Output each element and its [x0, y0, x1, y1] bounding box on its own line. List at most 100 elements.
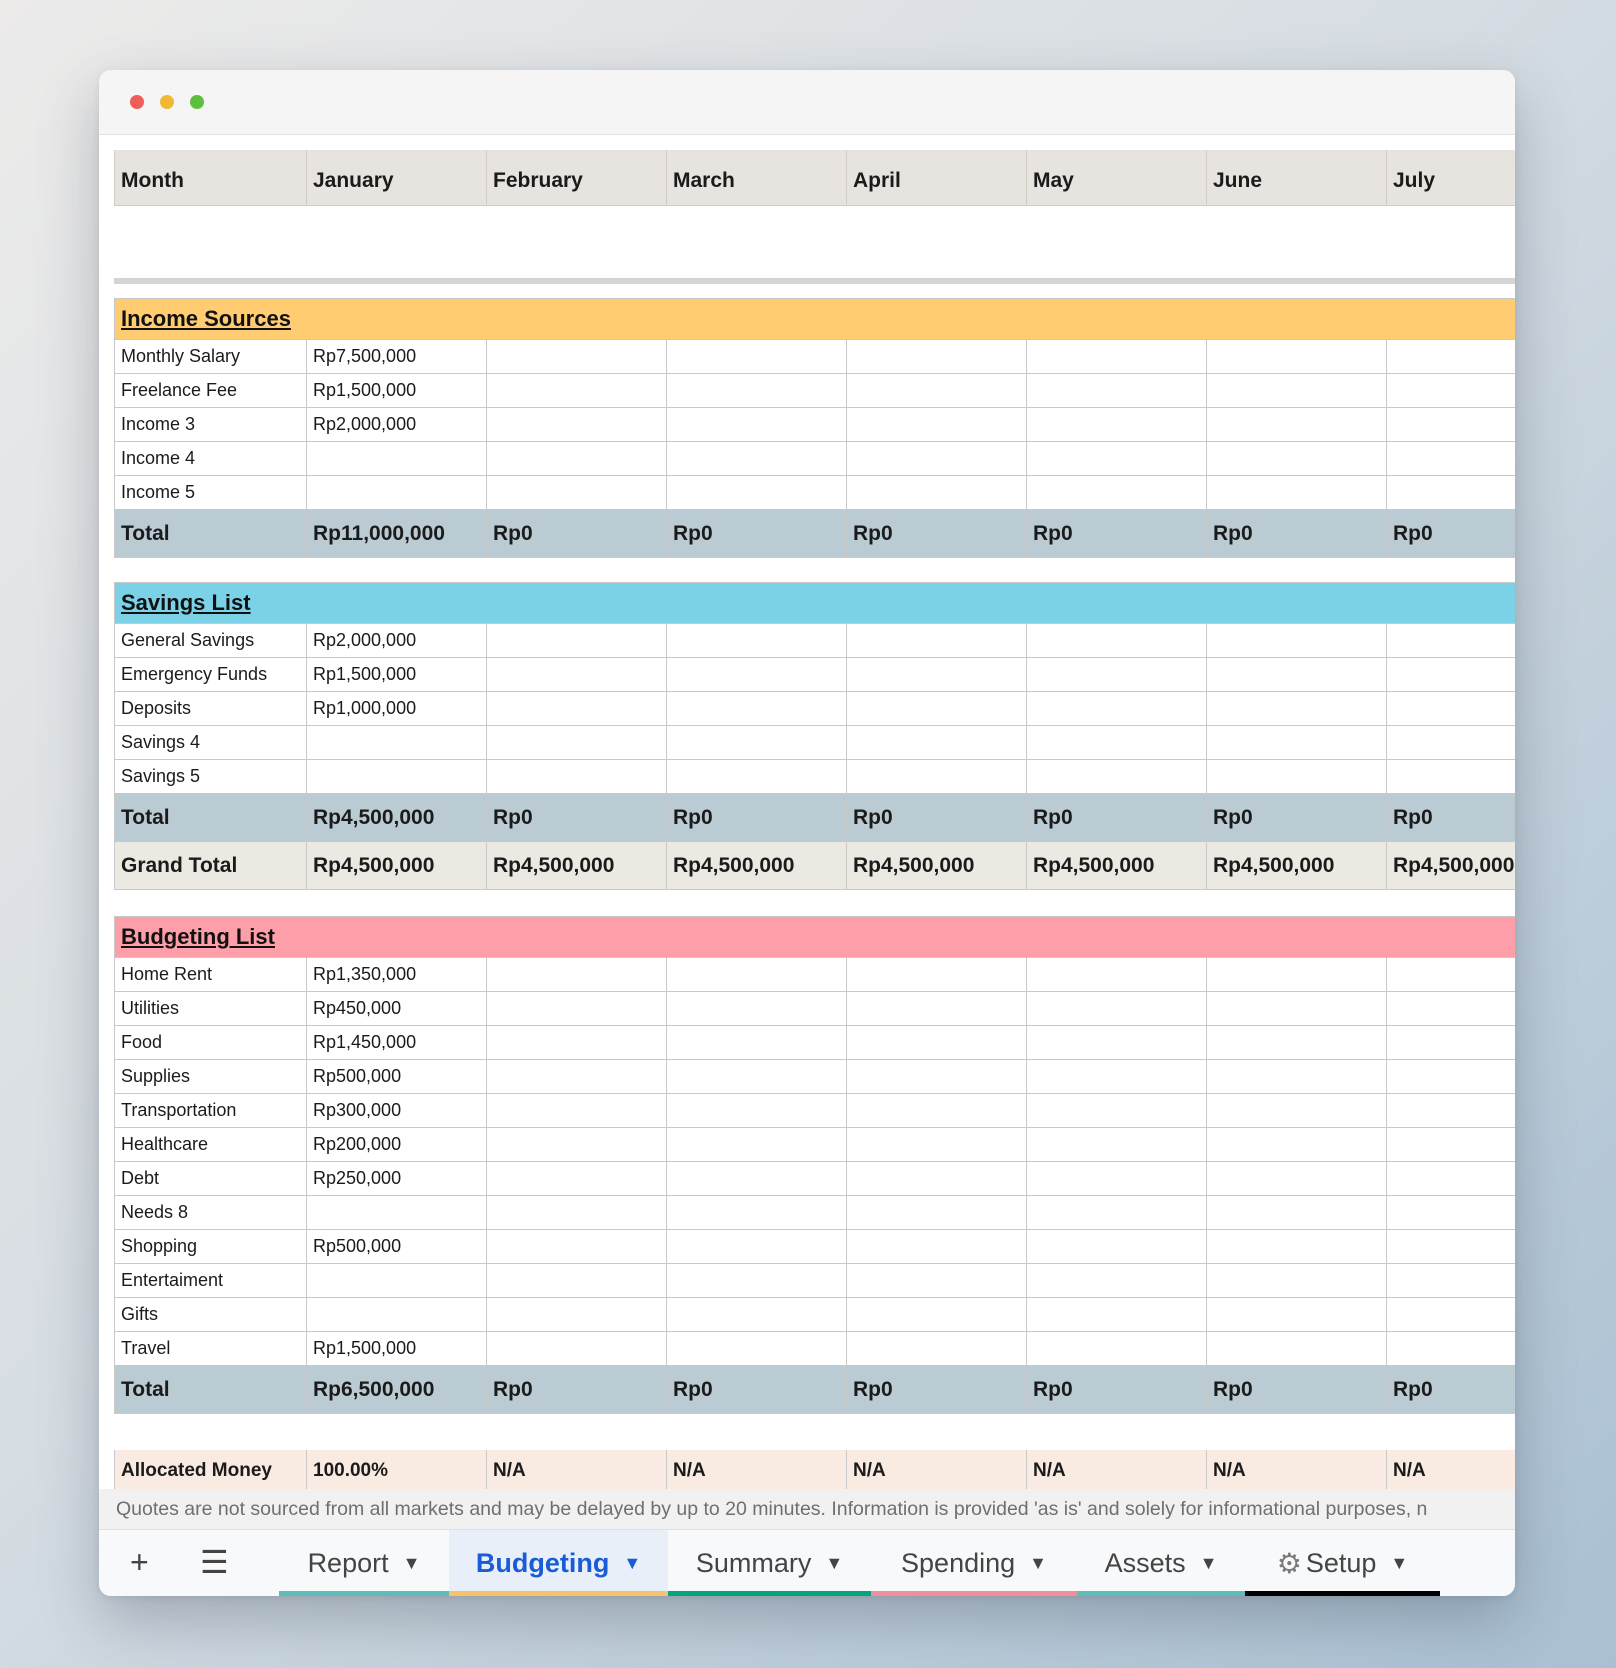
- row-label-cell[interactable]: Shopping: [114, 1230, 307, 1264]
- row-label-cell[interactable]: Transportation: [114, 1094, 307, 1128]
- all-sheets-menu-icon[interactable]: ☰: [200, 1544, 229, 1580]
- value-cell[interactable]: Rp500,000: [307, 1060, 487, 1094]
- value-cell[interactable]: [307, 1196, 487, 1230]
- value-cell[interactable]: [847, 476, 1027, 510]
- value-cell[interactable]: [487, 374, 667, 408]
- value-cell[interactable]: [1027, 1094, 1207, 1128]
- value-cell[interactable]: [847, 1264, 1027, 1298]
- chevron-down-icon[interactable]: ▼: [1390, 1553, 1408, 1574]
- close-window-button[interactable]: [130, 95, 144, 109]
- value-cell[interactable]: [1207, 624, 1387, 658]
- value-cell[interactable]: [487, 692, 667, 726]
- month-column-header[interactable]: February: [487, 150, 667, 206]
- value-cell[interactable]: [487, 1230, 667, 1264]
- value-cell[interactable]: [847, 1128, 1027, 1162]
- value-cell[interactable]: Rp450,000: [307, 992, 487, 1026]
- row-label-cell[interactable]: Needs 8: [114, 1196, 307, 1230]
- value-cell[interactable]: Rp7,500,000: [307, 340, 487, 374]
- value-cell[interactable]: [487, 760, 667, 794]
- value-cell[interactable]: [667, 1128, 847, 1162]
- value-cell[interactable]: N/A: [667, 1450, 847, 1492]
- value-cell[interactable]: [1387, 1094, 1515, 1128]
- maximize-window-button[interactable]: [190, 95, 204, 109]
- value-cell[interactable]: Rp0: [1207, 794, 1387, 842]
- value-cell[interactable]: Rp500,000: [307, 1230, 487, 1264]
- value-cell[interactable]: Rp4,500,000: [307, 842, 487, 890]
- value-cell[interactable]: Rp4,500,000: [487, 842, 667, 890]
- value-cell[interactable]: [847, 1298, 1027, 1332]
- value-cell[interactable]: Rp0: [1027, 510, 1207, 558]
- value-cell[interactable]: [667, 476, 847, 510]
- chevron-down-icon[interactable]: ▼: [1200, 1553, 1218, 1574]
- value-cell[interactable]: Rp4,500,000: [307, 794, 487, 842]
- value-cell[interactable]: [667, 1230, 847, 1264]
- value-cell[interactable]: [487, 340, 667, 374]
- value-cell[interactable]: [847, 760, 1027, 794]
- value-cell[interactable]: [487, 1128, 667, 1162]
- chevron-down-icon[interactable]: ▼: [623, 1553, 641, 1574]
- value-cell[interactable]: [847, 958, 1027, 992]
- value-cell[interactable]: [847, 992, 1027, 1026]
- value-cell[interactable]: Rp0: [847, 1366, 1027, 1414]
- value-cell[interactable]: [1387, 992, 1515, 1026]
- value-cell[interactable]: [1027, 658, 1207, 692]
- value-cell[interactable]: [487, 1298, 667, 1332]
- tab-report[interactable]: Report ▼: [279, 1530, 449, 1596]
- value-cell[interactable]: [847, 408, 1027, 442]
- value-cell[interactable]: [1207, 1332, 1387, 1366]
- value-cell[interactable]: Rp1,000,000: [307, 692, 487, 726]
- income-sources-title[interactable]: Income Sources: [114, 298, 1515, 340]
- value-cell[interactable]: [487, 1094, 667, 1128]
- value-cell[interactable]: [307, 1264, 487, 1298]
- minimize-window-button[interactable]: [160, 95, 174, 109]
- value-cell[interactable]: [667, 726, 847, 760]
- row-label-cell[interactable]: Deposits: [114, 692, 307, 726]
- value-cell[interactable]: [667, 1094, 847, 1128]
- row-label-cell[interactable]: Utilities: [114, 992, 307, 1026]
- row-label-cell[interactable]: Gifts: [114, 1298, 307, 1332]
- value-cell[interactable]: 100.00%: [307, 1450, 487, 1492]
- row-label-cell[interactable]: Savings 4: [114, 726, 307, 760]
- value-cell[interactable]: [1207, 476, 1387, 510]
- value-cell[interactable]: [1387, 1332, 1515, 1366]
- tab-budgeting[interactable]: Budgeting ▼: [449, 1530, 668, 1596]
- value-cell[interactable]: [847, 658, 1027, 692]
- value-cell[interactable]: [487, 1332, 667, 1366]
- value-cell[interactable]: [847, 1094, 1027, 1128]
- value-cell[interactable]: Rp0: [1207, 510, 1387, 558]
- value-cell[interactable]: [667, 760, 847, 794]
- month-column-header[interactable]: March: [667, 150, 847, 206]
- value-cell[interactable]: Rp0: [667, 1366, 847, 1414]
- value-cell[interactable]: Rp300,000: [307, 1094, 487, 1128]
- tab-summary[interactable]: Summary ▼: [668, 1530, 871, 1596]
- row-label-cell[interactable]: Total: [114, 510, 307, 558]
- tab-assets[interactable]: Assets ▼: [1077, 1530, 1245, 1596]
- value-cell[interactable]: [487, 1264, 667, 1298]
- value-cell[interactable]: [667, 692, 847, 726]
- value-cell[interactable]: N/A: [847, 1450, 1027, 1492]
- row-label-cell[interactable]: Allocated Money: [114, 1450, 307, 1492]
- value-cell[interactable]: [1207, 1128, 1387, 1162]
- value-cell[interactable]: [1027, 1230, 1207, 1264]
- value-cell[interactable]: [1207, 442, 1387, 476]
- value-cell[interactable]: [487, 1162, 667, 1196]
- value-cell[interactable]: [487, 658, 667, 692]
- value-cell[interactable]: Rp0: [847, 510, 1027, 558]
- value-cell[interactable]: [667, 1026, 847, 1060]
- value-cell[interactable]: [1387, 958, 1515, 992]
- value-cell[interactable]: [1207, 1264, 1387, 1298]
- savings-list-title[interactable]: Savings List: [114, 582, 1515, 624]
- value-cell[interactable]: Rp11,000,000: [307, 510, 487, 558]
- value-cell[interactable]: [1387, 1298, 1515, 1332]
- value-cell[interactable]: [667, 658, 847, 692]
- value-cell[interactable]: [1387, 476, 1515, 510]
- value-cell[interactable]: [1027, 374, 1207, 408]
- value-cell[interactable]: [1207, 992, 1387, 1026]
- value-cell[interactable]: [847, 1230, 1027, 1264]
- row-label-cell[interactable]: Entertaiment: [114, 1264, 307, 1298]
- value-cell[interactable]: [1027, 1162, 1207, 1196]
- value-cell[interactable]: [1207, 340, 1387, 374]
- value-cell[interactable]: [1207, 1026, 1387, 1060]
- value-cell[interactable]: [1387, 340, 1515, 374]
- value-cell[interactable]: Rp2,000,000: [307, 624, 487, 658]
